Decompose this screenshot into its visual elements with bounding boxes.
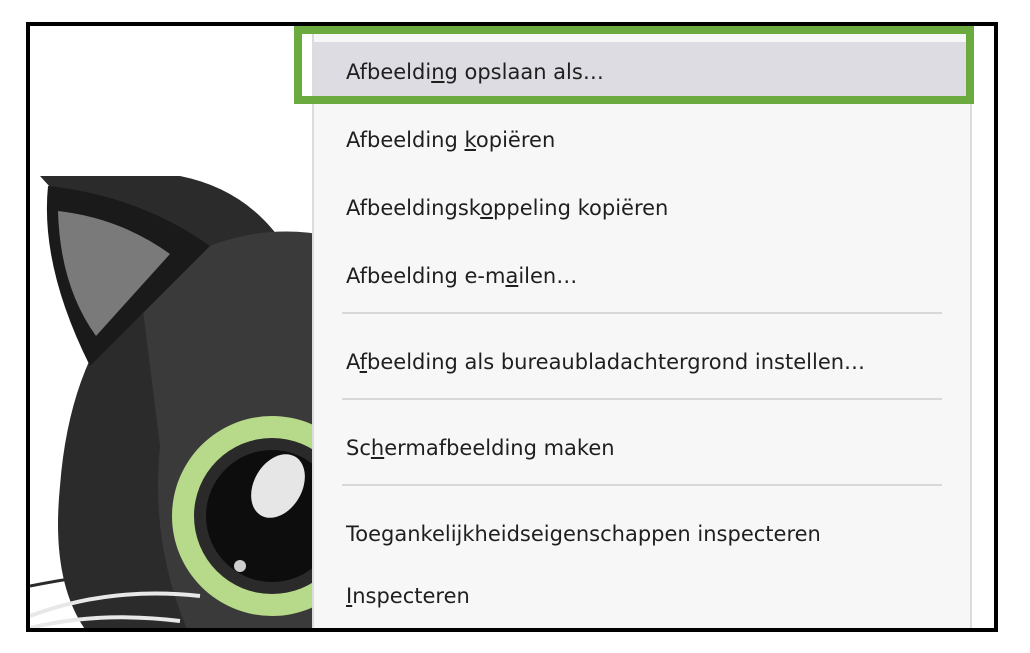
menu-item-inspect[interactable]: Inspecteren [314, 566, 970, 626]
menu-item-set-as-desktop-background[interactable]: Afbeelding als bureaubladachtergrond ins… [314, 332, 970, 392]
menu-separator [342, 312, 942, 314]
menu-separator [342, 398, 942, 400]
menu-item-email-image[interactable]: Afbeelding e-mailen… [314, 246, 970, 306]
menu-separator [342, 630, 942, 632]
highlight-box [294, 26, 974, 104]
screenshot-frame: Afbeelding opslaan als… Afbeelding kopië… [26, 22, 998, 632]
menu-item-copy-image[interactable]: Afbeelding kopiëren [314, 110, 970, 170]
context-menu: Afbeelding opslaan als… Afbeelding kopië… [312, 26, 972, 632]
menu-separator [342, 484, 942, 486]
menu-item-take-screenshot[interactable]: Schermafbeelding maken [314, 418, 970, 478]
menu-item-inspect-accessibility[interactable]: Toegankelijkheidseigenschappen inspecter… [314, 504, 970, 564]
menu-item-copy-image-link[interactable]: Afbeeldingskoppeling kopiëren [314, 178, 970, 238]
